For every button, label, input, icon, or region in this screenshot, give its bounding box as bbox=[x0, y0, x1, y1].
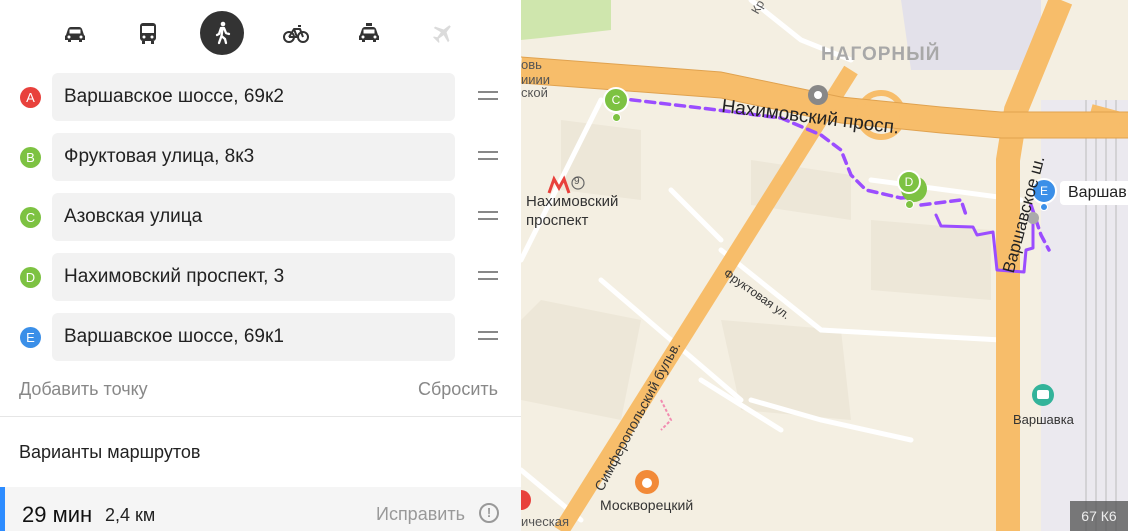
district-label: НАГОРНЫЙ bbox=[821, 44, 941, 65]
route-panel: A Варшавское шоссе, 69к2 B Фруктовая ули… bbox=[0, 0, 521, 531]
divider bbox=[0, 416, 521, 417]
mode-walk-button[interactable] bbox=[200, 11, 244, 55]
cut-label-3: ской bbox=[521, 85, 548, 100]
route-variants-title: Варианты маршрутов bbox=[19, 442, 201, 462]
drag-handle-c-icon[interactable] bbox=[478, 211, 498, 223]
point-marker-e[interactable]: E bbox=[20, 327, 41, 348]
point-marker-a[interactable]: A bbox=[20, 87, 41, 108]
fix-route-link[interactable]: Исправить bbox=[376, 504, 465, 525]
route-marker-c-dot bbox=[612, 113, 621, 122]
route-marker-d[interactable]: D bbox=[897, 170, 921, 194]
route-point-c: C Азовская улица bbox=[0, 193, 521, 241]
mode-bus-button[interactable] bbox=[126, 11, 170, 55]
route-marker-d-dot bbox=[905, 200, 914, 209]
point-a-input[interactable]: Варшавское шоссе, 69к2 bbox=[52, 73, 455, 121]
plane-icon bbox=[433, 25, 451, 43]
metro-label-1: Нахимовский bbox=[526, 193, 619, 210]
route-point-e: E Варшавское шоссе, 69к1 bbox=[0, 313, 521, 361]
mode-car-button[interactable] bbox=[53, 11, 97, 55]
point-marker-b[interactable]: B bbox=[20, 147, 41, 168]
transport-mode-bar bbox=[0, 0, 521, 66]
drag-handle-e-icon[interactable] bbox=[478, 331, 498, 343]
selected-indicator bbox=[0, 487, 5, 531]
info-icon[interactable]: ! bbox=[479, 503, 499, 523]
point-c-input[interactable]: Азовская улица bbox=[52, 193, 455, 241]
add-point-button[interactable]: Добавить точку bbox=[19, 379, 148, 400]
scale-badge: 67 К6 bbox=[1070, 501, 1128, 531]
marker-e-label: Варшав bbox=[1060, 181, 1128, 205]
mode-plane-button[interactable] bbox=[420, 11, 464, 55]
map-view[interactable]: C D E Варшав НАГОРНЫЙ Нахимовский просп.… bbox=[521, 0, 1128, 531]
mode-bike-button[interactable] bbox=[274, 11, 318, 55]
point-marker-d[interactable]: D bbox=[20, 267, 41, 288]
point-marker-c[interactable]: C bbox=[20, 207, 41, 228]
bus-stop-label: Варшавка bbox=[1013, 412, 1074, 427]
maps-app: A Варшавское шоссе, 69к2 B Фруктовая ули… bbox=[0, 0, 1128, 531]
bicycle-icon bbox=[283, 25, 309, 43]
metro-label-2: проспект bbox=[526, 212, 589, 229]
route-marker-e-dot bbox=[1040, 203, 1048, 211]
bus-icon bbox=[140, 23, 156, 44]
drag-handle-b-icon[interactable] bbox=[478, 151, 498, 163]
route-point-b: B Фруктовая улица, 8к3 bbox=[0, 133, 521, 181]
route-variant-card[interactable]: 29 мин 2,4 км Исправить ! bbox=[0, 487, 521, 531]
poi-label: Москворецкий bbox=[600, 497, 694, 513]
point-b-input[interactable]: Фруктовая улица, 8к3 bbox=[52, 133, 455, 181]
reset-button[interactable]: Сбросить bbox=[418, 379, 498, 400]
route-point-d: D Нахимовский проспект, 3 bbox=[0, 253, 521, 301]
cut-label-bottom: ическая bbox=[521, 514, 570, 529]
route-duration: 29 мин bbox=[22, 502, 93, 527]
mode-taxi-button[interactable] bbox=[347, 11, 391, 55]
route-point-a: A Варшавское шоссе, 69к2 bbox=[0, 73, 521, 121]
taxi-icon bbox=[359, 23, 379, 42]
drag-handle-d-icon[interactable] bbox=[478, 271, 498, 283]
metro-line-number: 9 bbox=[574, 176, 580, 187]
drag-handle-a-icon[interactable] bbox=[478, 91, 498, 103]
route-marker-c[interactable]: C bbox=[603, 87, 629, 113]
pedestrian-icon bbox=[215, 21, 231, 45]
cut-label-1: овь bbox=[521, 57, 542, 72]
route-distance: 2,4 км bbox=[105, 505, 156, 525]
car-icon bbox=[65, 27, 85, 42]
point-d-input[interactable]: Нахимовский проспект, 3 bbox=[52, 253, 455, 301]
point-e-input[interactable]: Варшавское шоссе, 69к1 bbox=[52, 313, 455, 361]
